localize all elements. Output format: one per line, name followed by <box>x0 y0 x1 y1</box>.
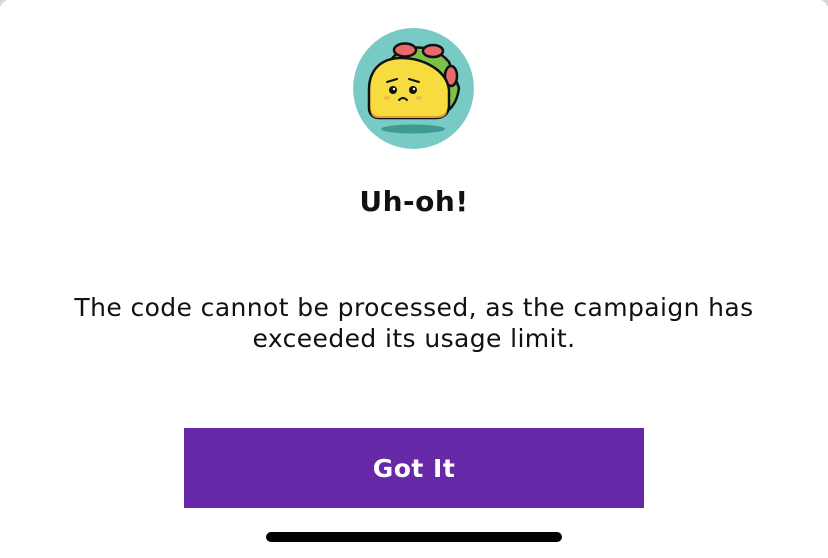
dialog-title: Uh-oh! <box>359 185 469 218</box>
got-it-button[interactable]: Got It <box>184 428 644 508</box>
error-dialog: Uh-oh! The code cannot be processed, as … <box>0 0 828 558</box>
dialog-message: The code cannot be processed, as the cam… <box>74 293 754 353</box>
sheet-corner-left <box>0 0 10 10</box>
home-indicator <box>266 532 562 542</box>
sheet-corner-right <box>818 0 828 10</box>
sad-taco-icon <box>353 28 474 149</box>
